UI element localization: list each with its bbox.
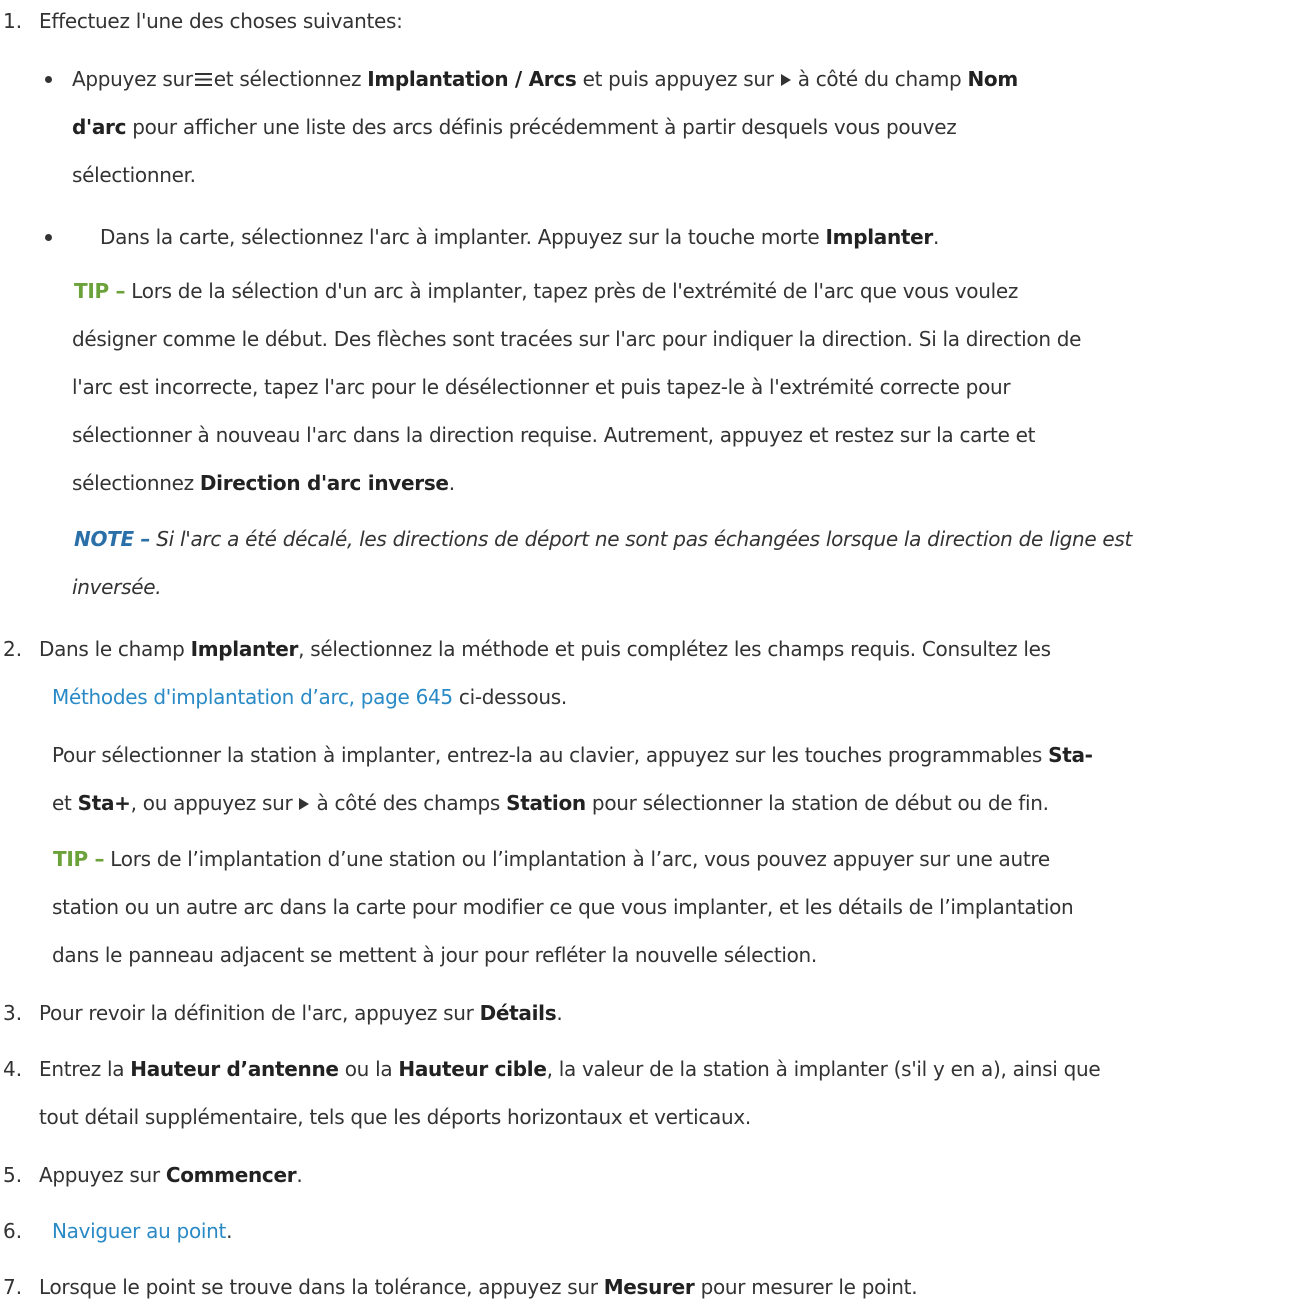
step-3-number: 3. bbox=[3, 1001, 23, 1025]
step-4-line-2: tout détail supplémentaire, tels que les… bbox=[39, 1105, 751, 1129]
station-paragraph-line-2: et Sta+, ou appuyez sur à côté des champs… bbox=[52, 791, 1049, 815]
tip-1-line-2: désigner comme le début. Des flèches son… bbox=[72, 327, 1082, 351]
bullet-1-line-1: Appuyez sur et sélectionnez Implantation … bbox=[72, 67, 1018, 91]
note-line-2: inversée. bbox=[72, 575, 162, 599]
station-paragraph-line-1: Pour sélectionner la station à implanter… bbox=[52, 743, 1093, 767]
tip-1-line-4: sélectionner à nouveau l'arc dans la dir… bbox=[72, 423, 1036, 447]
arc-stakeout-methods-link[interactable]: Méthodes d'implantation d’arc, page 645 bbox=[52, 685, 453, 709]
step-7-number: 7. bbox=[3, 1275, 23, 1299]
bullet-dot bbox=[45, 234, 52, 241]
tip-label: TIP – bbox=[74, 279, 126, 303]
step-5-number: 5. bbox=[3, 1163, 23, 1187]
tip-1-line-3: l'arc est incorrecte, tapez l'arc pour l… bbox=[72, 375, 1011, 399]
tip-2-line-3: dans le panneau adjacent se mettent à jo… bbox=[52, 943, 817, 967]
step-2-number: 2. bbox=[3, 637, 23, 661]
step-2-line-2: Méthodes d'implantation d’arc, page 645 … bbox=[52, 685, 567, 709]
navigate-to-point-link[interactable]: Naviguer au point bbox=[52, 1219, 226, 1243]
step-7-text: Lorsque le point se trouve dans la tolér… bbox=[39, 1275, 918, 1299]
play-triangle-icon bbox=[780, 74, 791, 86]
step-1-text: Effectuez l'une des choses suivantes: bbox=[39, 9, 403, 33]
step-5-text: Appuyez sur Commencer. bbox=[39, 1163, 303, 1187]
bullet-2-line-1: Dans la carte, sélectionnez l'arc à impl… bbox=[100, 225, 940, 249]
step-2-line-1: Dans le champ Implanter, sélectionnez la… bbox=[39, 637, 1051, 661]
tip-2-line-2: station ou un autre arc dans la carte po… bbox=[52, 895, 1074, 919]
bullet-1-line-2: d'arc pour afficher une liste des arcs d… bbox=[72, 115, 957, 139]
play-triangle-icon bbox=[299, 798, 310, 810]
step-6-text: Naviguer au point. bbox=[52, 1219, 233, 1243]
tip-label: TIP – bbox=[53, 847, 105, 871]
bullet-1-line-3: sélectionner. bbox=[72, 163, 196, 187]
step-6-number: 6. bbox=[3, 1219, 23, 1243]
tip-1-line-5: sélectionnez Direction d'arc inverse. bbox=[72, 471, 455, 495]
document-page: 1. Effectuez l'une des choses suivantes:… bbox=[0, 0, 1303, 1305]
note-line-1: NOTE – Si l'arc a été décalé, les direct… bbox=[74, 527, 1133, 551]
step-3-text: Pour revoir la définition de l'arc, appu… bbox=[39, 1001, 563, 1025]
menu-icon bbox=[194, 73, 212, 86]
tip-1-line-1: TIP – Lors de la sélection d'un arc à im… bbox=[74, 279, 1019, 303]
step-4-number: 4. bbox=[3, 1057, 23, 1081]
step-4-line-1: Entrez la Hauteur d’antenne ou la Hauteu… bbox=[39, 1057, 1101, 1081]
tip-2-line-1: TIP – Lors de l’implantation d’une stati… bbox=[53, 847, 1050, 871]
bullet-dot bbox=[45, 76, 52, 83]
step-1-number: 1. bbox=[3, 9, 23, 33]
note-label: NOTE – bbox=[74, 527, 151, 551]
